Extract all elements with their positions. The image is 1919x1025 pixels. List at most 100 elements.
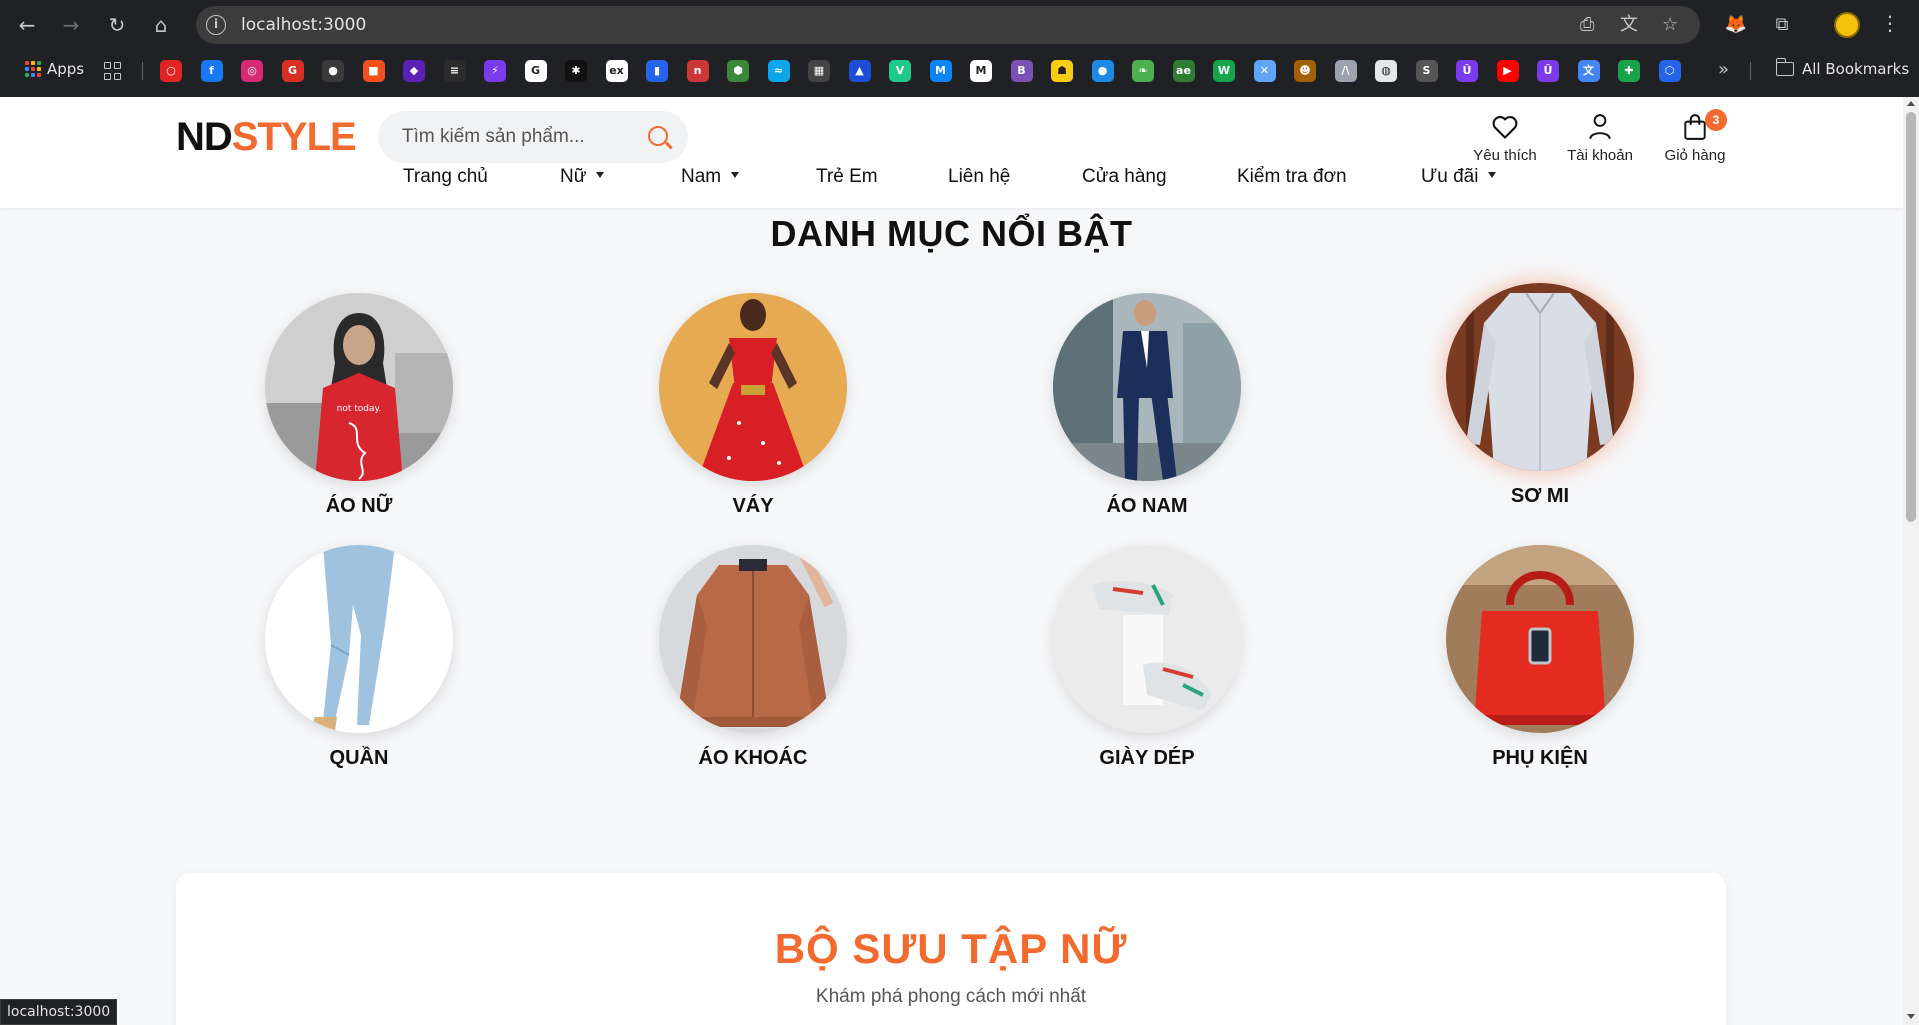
- bookmark-npm-icon[interactable]: n: [686, 60, 709, 82]
- bookmark-n-icon[interactable]: /\: [1334, 60, 1357, 82]
- nav-item-store[interactable]: Cửa hàng: [1082, 166, 1167, 188]
- bookmark-m-icon[interactable]: M: [970, 60, 992, 82]
- bookmark-plus-icon[interactable]: ✚: [1618, 60, 1640, 82]
- bookmark-hex-icon[interactable]: ⬡: [1658, 60, 1681, 82]
- nav-item-men[interactable]: Nam: [681, 166, 740, 188]
- bookmark-app-blue-icon[interactable]: ▮: [646, 60, 668, 82]
- bookmark-mask-icon[interactable]: ☗: [1051, 60, 1073, 82]
- search-icon[interactable]: [648, 126, 668, 146]
- search-input[interactable]: [402, 124, 632, 150]
- bookmark-github-icon[interactable]: ●: [322, 60, 344, 82]
- category-image[interactable]: not today.: [265, 293, 453, 481]
- bookmark-facebook-icon[interactable]: f: [200, 60, 223, 82]
- install-app-icon[interactable]: ⎙: [1580, 15, 1594, 35]
- home-icon[interactable]: ⌂: [148, 12, 174, 38]
- address-url[interactable]: localhost:3000: [241, 15, 366, 35]
- category-card-shirts[interactable]: SƠ MI: [1446, 283, 1634, 508]
- cart-count-badge: 3: [1705, 109, 1727, 131]
- bookmark-monkey-icon[interactable]: ☻: [1294, 60, 1316, 82]
- bookmark-star-icon[interactable]: ☆: [1662, 15, 1678, 35]
- bookmark-red-app-icon[interactable]: ○: [160, 60, 182, 82]
- metamask-extension-icon[interactable]: 🦊: [1722, 11, 1750, 39]
- bookmark-youtube-icon[interactable]: ▶: [1496, 60, 1519, 82]
- bookmark-ae-icon[interactable]: ae: [1172, 60, 1195, 82]
- category-card-mens-tops[interactable]: ÁO NAM: [1053, 293, 1241, 518]
- bookmark-purple-app-icon[interactable]: ◆: [403, 60, 425, 82]
- translate-icon[interactable]: 文: [1620, 15, 1638, 35]
- bookmark-app-red-icon[interactable]: G: [281, 60, 304, 82]
- all-bookmarks[interactable]: All Bookmarks: [1775, 58, 1909, 78]
- category-image[interactable]: [659, 293, 847, 481]
- nav-label: Kiểm tra đơn: [1237, 166, 1347, 187]
- bookmark-figma-icon[interactable]: ■: [362, 60, 385, 82]
- reload-icon[interactable]: ↻: [104, 12, 130, 38]
- category-image[interactable]: [1446, 545, 1634, 733]
- category-card-accessories[interactable]: PHỤ KIỆN: [1446, 545, 1634, 770]
- site-logo[interactable]: NDSTYLE: [176, 115, 357, 160]
- nav-item-kids[interactable]: Trẻ Em: [816, 166, 878, 188]
- category-card-womens-tops[interactable]: not today. ÁO NỮ: [265, 293, 453, 518]
- account-link[interactable]: Tài khoản: [1555, 111, 1645, 164]
- category-card-footwear[interactable]: GIÀY DÉP: [1053, 545, 1241, 770]
- nav-item-women[interactable]: Nữ: [560, 166, 605, 188]
- tab-groups-icon[interactable]: [104, 62, 122, 80]
- bookmarks-apps[interactable]: Apps: [25, 60, 84, 78]
- category-card-dresses[interactable]: VÁY: [659, 293, 847, 518]
- category-image[interactable]: [1053, 545, 1241, 733]
- forward-arrow-icon[interactable]: →: [58, 12, 84, 38]
- bookmark-u1-icon[interactable]: Û: [1456, 60, 1478, 82]
- bookmark-vuetify-icon[interactable]: V: [889, 60, 911, 82]
- bookmark-bolt-icon[interactable]: ⚡: [484, 60, 506, 82]
- scroll-down-arrow-icon[interactable]: [1907, 1014, 1915, 1019]
- bookmark-google-icon[interactable]: G: [524, 60, 547, 82]
- category-image[interactable]: [1053, 293, 1241, 481]
- user-icon: [1555, 111, 1645, 143]
- nav-item-contact[interactable]: Liên hệ: [948, 166, 1010, 188]
- wishlist-link[interactable]: Yêu thích: [1460, 111, 1550, 164]
- status-bar-url: localhost:3000: [0, 999, 118, 1025]
- nav-item-deals[interactable]: Ưu đãi: [1421, 166, 1497, 188]
- bookmark-instagram-icon[interactable]: ◎: [241, 60, 263, 82]
- scroll-up-arrow-icon[interactable]: [1907, 101, 1915, 106]
- category-image[interactable]: [265, 545, 453, 733]
- bookmark-mui-icon[interactable]: M: [929, 60, 952, 82]
- bookmarks-divider-2: [1750, 62, 1751, 80]
- nav-item-order-check[interactable]: Kiểm tra đơn: [1237, 166, 1347, 188]
- bookmark-x-icon[interactable]: ✕: [1253, 60, 1276, 82]
- bookmark-stack-icon[interactable]: ≡: [443, 60, 466, 82]
- bookmark-triangle-icon[interactable]: ▲: [848, 60, 871, 82]
- category-card-trousers[interactable]: QUẦN: [265, 545, 453, 770]
- bookmark-w-icon[interactable]: W: [1213, 60, 1235, 82]
- bookmark-wave-icon[interactable]: ≈: [767, 60, 790, 82]
- extensions-puzzle-icon[interactable]: ⧉: [1768, 11, 1796, 39]
- site-info-icon[interactable]: i: [206, 15, 226, 35]
- category-image[interactable]: [659, 545, 847, 733]
- category-label: ÁO KHOÁC: [698, 747, 808, 769]
- bookmark-s-icon[interactable]: S: [1415, 60, 1438, 82]
- bookmark-node-icon[interactable]: ⬢: [727, 60, 749, 82]
- apps-label: Apps: [47, 60, 85, 78]
- nav-item-home[interactable]: Trang chủ: [403, 166, 488, 188]
- bookmark-bootstrap-icon[interactable]: B: [1010, 60, 1033, 82]
- bookmark-drop-icon[interactable]: ●: [1091, 60, 1114, 82]
- bookmark-globe-icon[interactable]: ◍: [1375, 60, 1397, 82]
- back-arrow-icon[interactable]: ←: [14, 12, 40, 38]
- wishlist-label: Yêu thích: [1473, 147, 1537, 164]
- bookmark-translate-icon[interactable]: 文: [1577, 60, 1600, 82]
- category-card-jackets[interactable]: ÁO KHOÁC: [659, 545, 847, 770]
- category-label: PHỤ KIỆN: [1492, 747, 1588, 769]
- bookmark-ex-icon[interactable]: ex: [605, 60, 628, 82]
- page-scrollbar[interactable]: [1903, 97, 1919, 1025]
- browser-menu-icon[interactable]: ⋮: [1880, 11, 1900, 35]
- bookmark-u2-icon[interactable]: Û: [1537, 60, 1559, 82]
- more-bookmarks-chevron-icon[interactable]: »: [1718, 59, 1729, 80]
- address-bar[interactable]: i localhost:3000 ⎙ 文 ☆: [196, 6, 1700, 44]
- scrollbar-thumb[interactable]: [1906, 112, 1916, 522]
- collection-subtitle: Khám phá phong cách mới nhất: [815, 986, 1087, 1007]
- cart-link[interactable]: 3 Giỏ hàng: [1650, 109, 1740, 164]
- bookmark-spark-icon[interactable]: ✱: [565, 60, 587, 82]
- bookmark-stripe-icon[interactable]: ▦: [808, 60, 830, 82]
- bookmark-leaf-icon[interactable]: ❧: [1132, 60, 1154, 82]
- profile-avatar[interactable]: [1834, 12, 1860, 38]
- category-image[interactable]: [1446, 283, 1634, 471]
